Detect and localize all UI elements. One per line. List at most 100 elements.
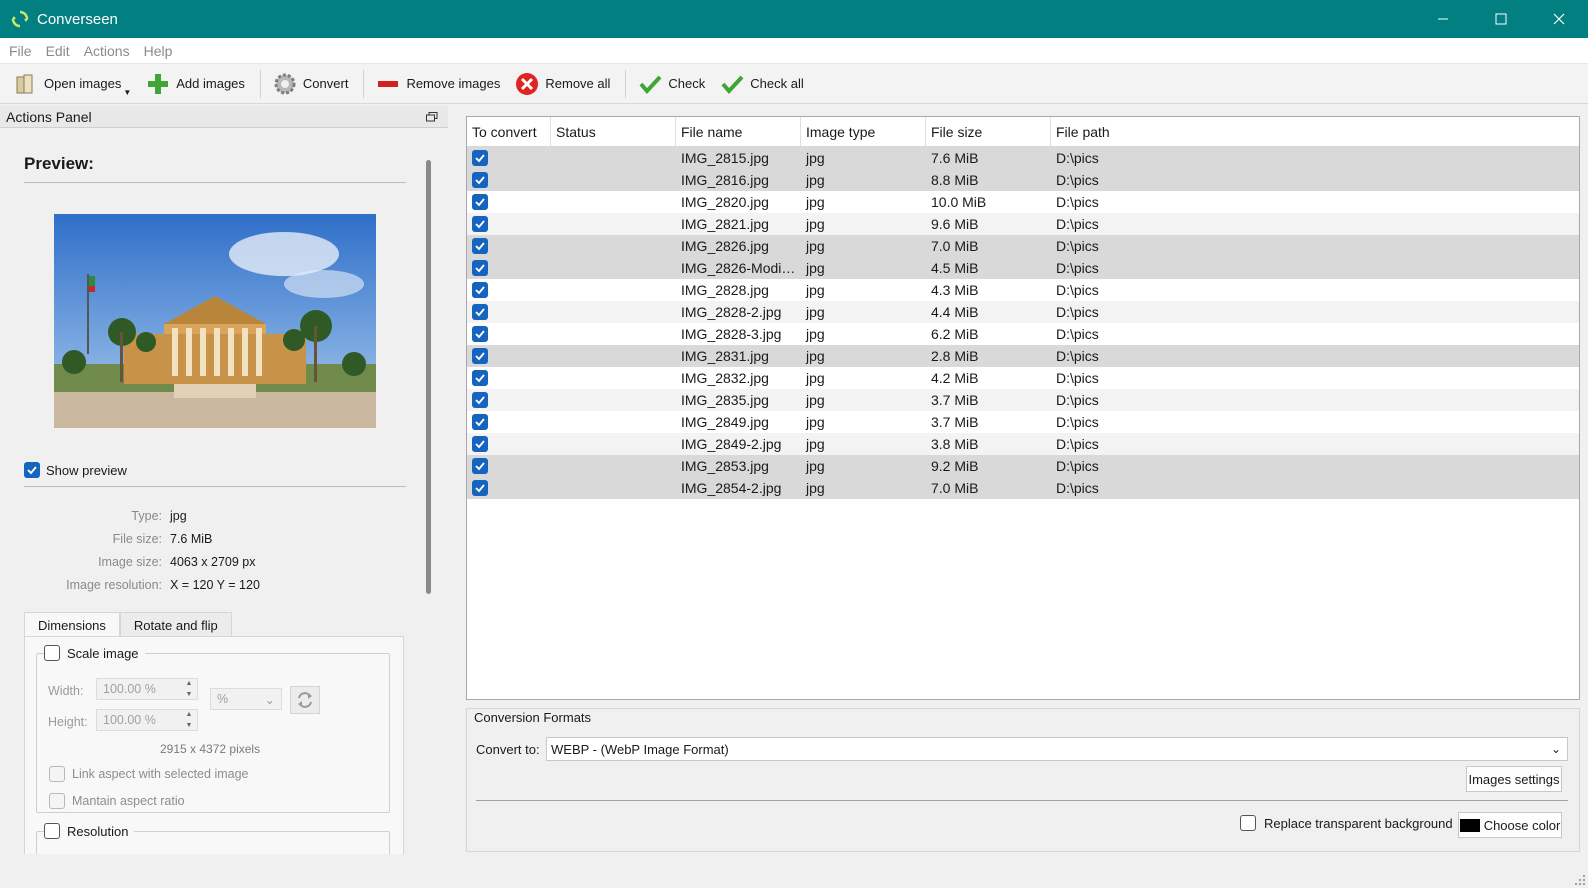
table-row[interactable]: IMG_2849.jpg jpg 3.7 MiB D:\pics — [467, 411, 1579, 433]
table-row[interactable]: IMG_2849-2.jpg jpg 3.8 MiB D:\pics — [467, 433, 1579, 455]
table-row[interactable]: IMG_2816.jpg jpg 8.8 MiB D:\pics — [467, 169, 1579, 191]
close-button[interactable] — [1530, 0, 1588, 38]
unit-value: % — [217, 692, 229, 706]
check-all-button[interactable]: Check all — [714, 67, 809, 101]
table-row[interactable]: IMG_2835.jpg jpg 3.7 MiB D:\pics — [467, 389, 1579, 411]
table-row[interactable]: IMG_2821.jpg jpg 9.6 MiB D:\pics — [467, 213, 1579, 235]
menu-edit[interactable]: Edit — [41, 43, 75, 59]
table-row[interactable]: IMG_2832.jpg jpg 4.2 MiB D:\pics — [467, 367, 1579, 389]
cell-file-path: D:\pics — [1056, 260, 1099, 276]
convert-button[interactable]: Convert — [267, 67, 355, 101]
checkbox-checked-icon[interactable] — [472, 391, 488, 408]
remove-all-icon — [515, 72, 539, 96]
cell-to-convert — [467, 457, 551, 475]
preview-image — [54, 214, 376, 428]
table-row[interactable]: IMG_2826-Modi… jpg 4.5 MiB D:\pics — [467, 257, 1579, 279]
cell-file-size: 7.0 MiB — [931, 480, 979, 496]
checkbox-unchecked-icon[interactable] — [44, 823, 60, 839]
menu-help[interactable]: Help — [139, 43, 178, 59]
column-header-status[interactable]: Status — [551, 117, 676, 146]
column-header-to-convert[interactable]: To convert — [467, 117, 551, 146]
cell-to-convert — [467, 171, 551, 189]
table-row[interactable]: IMG_2828-3.jpg jpg 6.2 MiB D:\pics — [467, 323, 1579, 345]
choose-color-button[interactable]: Choose color — [1458, 812, 1562, 838]
window-title: Converseen — [37, 10, 118, 28]
checkbox-checked-icon[interactable] — [24, 462, 40, 478]
checkbox-checked-icon[interactable] — [472, 215, 488, 232]
menu-file[interactable]: File — [4, 43, 37, 59]
show-preview-checkbox[interactable]: Show preview — [24, 462, 127, 478]
checkbox-checked-icon[interactable] — [472, 193, 488, 210]
checkbox-checked-icon[interactable] — [472, 281, 488, 298]
check-all-label: Check all — [750, 76, 804, 91]
column-header-file-size[interactable]: File size — [926, 117, 1051, 146]
link-aspect-checkbox[interactable]: Link aspect with selected image — [49, 766, 248, 782]
toolbar-separator — [625, 69, 627, 98]
cell-file-path: D:\pics — [1056, 480, 1099, 496]
cell-file-name: IMG_2835.jpg — [681, 392, 769, 408]
table-row[interactable]: IMG_2854-2.jpg jpg 7.0 MiB D:\pics — [467, 477, 1579, 499]
spin-arrows-icon[interactable]: ▲ ▼ — [183, 711, 195, 729]
cell-image-type: jpg — [806, 260, 825, 276]
spin-arrows-icon[interactable]: ▲ ▼ — [183, 680, 195, 698]
checkbox-checked-icon[interactable] — [472, 413, 488, 430]
table-row[interactable]: IMG_2831.jpg jpg 2.8 MiB D:\pics — [467, 345, 1579, 367]
maintain-aspect-checkbox[interactable]: Mantain aspect ratio — [49, 793, 185, 809]
checkbox-unchecked-icon[interactable] — [1240, 815, 1256, 831]
table-row[interactable]: IMG_2815.jpg jpg 7.6 MiB D:\pics — [467, 147, 1579, 169]
checkbox-disabled-icon[interactable] — [49, 766, 65, 782]
width-spinbox[interactable]: 100.00 % ▲ ▼ — [96, 678, 198, 700]
checkbox-checked-icon[interactable] — [472, 347, 488, 364]
actions-panel-header: Actions Panel — [0, 106, 448, 128]
checkbox-checked-icon[interactable] — [472, 435, 488, 452]
checkbox-disabled-icon[interactable] — [49, 793, 65, 809]
open-images-button[interactable]: Open images ▼ — [8, 67, 137, 101]
add-images-button[interactable]: Add images — [140, 67, 251, 101]
table-row[interactable]: IMG_2853.jpg jpg 9.2 MiB D:\pics — [467, 455, 1579, 477]
replace-background-checkbox[interactable]: Replace transparent background — [1240, 815, 1453, 831]
images-settings-button[interactable]: Images settings — [1466, 766, 1562, 792]
checkbox-checked-icon[interactable] — [472, 369, 488, 386]
cell-to-convert — [467, 413, 551, 431]
minimize-icon — [1438, 18, 1448, 20]
divider — [24, 486, 406, 487]
table-row[interactable]: IMG_2826.jpg jpg 7.0 MiB D:\pics — [467, 235, 1579, 257]
swap-dimensions-button[interactable] — [290, 686, 320, 714]
cell-file-size: 7.6 MiB — [931, 150, 979, 166]
checkbox-checked-icon[interactable] — [472, 479, 488, 496]
undock-icon[interactable] — [426, 111, 438, 122]
info-size-value: 7.6 MiB — [170, 532, 213, 546]
table-row[interactable]: IMG_2828-2.jpg jpg 4.4 MiB D:\pics — [467, 301, 1579, 323]
remove-all-button[interactable]: Remove all — [509, 67, 616, 101]
column-header-file-name[interactable]: File name — [676, 117, 801, 146]
checkbox-checked-icon[interactable] — [472, 259, 488, 276]
minimize-button[interactable] — [1414, 0, 1472, 38]
format-select[interactable]: WEBP - (WebP Image Format) ⌄ — [546, 737, 1568, 761]
checkbox-checked-icon[interactable] — [472, 325, 488, 342]
menu-actions[interactable]: Actions — [79, 43, 135, 59]
table-header: To convert Status File name Image type F… — [467, 117, 1579, 147]
resolution-checkbox[interactable]: Resolution — [44, 823, 135, 839]
height-spinbox[interactable]: 100.00 % ▲ ▼ — [96, 709, 198, 731]
remove-images-button[interactable]: Remove images — [370, 67, 506, 101]
tab-rotate-flip[interactable]: Rotate and flip — [119, 612, 232, 637]
actions-panel-scrollbar[interactable] — [426, 160, 431, 594]
checkbox-checked-icon[interactable] — [472, 171, 488, 188]
checkbox-checked-icon[interactable] — [472, 303, 488, 320]
scale-image-checkbox[interactable]: Scale image — [44, 645, 145, 661]
table-row[interactable]: IMG_2820.jpg jpg 10.0 MiB D:\pics — [467, 191, 1579, 213]
checkbox-checked-icon[interactable] — [472, 237, 488, 254]
maximize-button[interactable] — [1472, 0, 1530, 38]
checkbox-checked-icon[interactable] — [472, 457, 488, 474]
check-button[interactable]: Check — [632, 67, 711, 101]
unit-select[interactable]: % ⌄ — [210, 688, 282, 710]
info-dims-row: Image size: 4063 x 2709 px — [0, 555, 255, 569]
dropdown-arrow-icon[interactable]: ▼ — [123, 88, 131, 97]
tab-dimensions[interactable]: Dimensions — [24, 612, 120, 637]
table-row[interactable]: IMG_2828.jpg jpg 4.3 MiB D:\pics — [467, 279, 1579, 301]
checkbox-checked-icon[interactable] — [472, 149, 488, 166]
checkbox-unchecked-icon[interactable] — [44, 645, 60, 661]
resize-grip-icon[interactable] — [1574, 874, 1586, 886]
column-header-image-type[interactable]: Image type — [801, 117, 926, 146]
column-header-file-path[interactable]: File path — [1051, 117, 1579, 146]
